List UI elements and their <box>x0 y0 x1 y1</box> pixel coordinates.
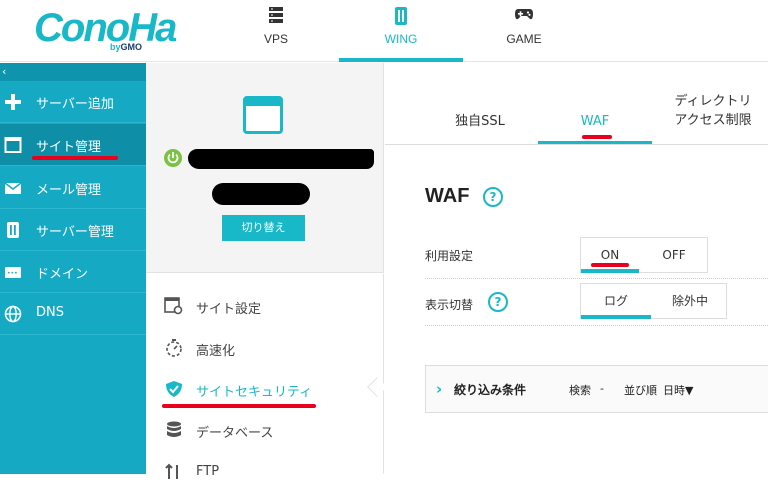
filter-bar[interactable]: › 絞り込み条件 検索 - 並び順 日時▼ <box>425 365 768 413</box>
menu-item-label: データベース <box>196 426 274 441</box>
mail-icon <box>4 182 22 194</box>
site-icon <box>4 137 22 153</box>
sidebar-item-label: サイト管理 <box>36 140 102 155</box>
tabs-divider <box>385 144 768 145</box>
filter-sort-value[interactable]: 日時▼ <box>663 382 693 398</box>
shield-check-icon <box>166 381 182 397</box>
tab-ssl-label: 独自SSL <box>455 114 505 129</box>
menu-item-database[interactable]: データベース <box>146 410 384 450</box>
database-icon <box>167 421 181 437</box>
row-divider <box>425 278 768 279</box>
sidebar-item-add-server[interactable]: サーバー追加 <box>0 81 146 123</box>
transfer-icon <box>165 463 178 479</box>
tab-directory-access-label-1: ディレクトリ <box>674 94 752 109</box>
waf-content: 独自SSL WAF ディレクトリ アクセス制限 WAF ? 利用設定 ON OF… <box>385 63 768 474</box>
redacted-site-domain <box>212 183 310 205</box>
globe-icon <box>4 305 22 323</box>
usage-toggle: ON OFF <box>580 237 708 273</box>
menu-item-label: 高速化 <box>196 344 236 359</box>
redacted-site-name <box>188 149 374 169</box>
usage-off-option[interactable]: OFF <box>643 238 705 272</box>
site-summary-panel: 切り替え <box>146 63 384 273</box>
annotation-underline-site-management <box>32 156 118 160</box>
display-toggle: ログ 除外中 <box>580 283 727 319</box>
site-settings-icon <box>164 297 183 315</box>
nav-tab-wing[interactable]: WING <box>339 0 463 62</box>
server-icon <box>269 7 283 23</box>
menu-item-label: サイトセキュリティ <box>196 385 313 400</box>
power-icon <box>164 149 182 167</box>
display-log-option[interactable]: ログ <box>581 284 651 319</box>
stopwatch-icon <box>166 339 182 357</box>
filter-sort-label: 並び順 <box>624 384 657 397</box>
annotation-underline-on <box>591 263 629 267</box>
display-excluded-option[interactable]: 除外中 <box>655 284 725 318</box>
menu-item-ftp[interactable]: FTP <box>146 452 384 492</box>
tab-waf[interactable]: WAF <box>538 63 652 145</box>
plus-icon <box>5 94 21 110</box>
waf-help-icon[interactable]: ? <box>483 187 503 207</box>
svg-text:•••: ••• <box>7 270 18 277</box>
sidebar-item-label: ドメイン <box>36 267 89 282</box>
nav-tab-game[interactable]: GAME <box>462 0 586 62</box>
tab-waf-label: WAF <box>580 114 610 129</box>
sidebar-item-domain[interactable]: ••• ドメイン <box>0 251 146 293</box>
tab-directory-access-label-2: アクセス制限 <box>674 113 752 128</box>
logo-wordmark: ConoHa <box>34 6 177 50</box>
sidebar-collapse-button[interactable]: ‹ <box>0 63 146 81</box>
sidebar-item-dns[interactable]: DNS <box>0 293 146 335</box>
display-switch-label: 表示切替 <box>425 298 474 312</box>
page-title: WAF <box>425 185 470 207</box>
usage-setting-label: 利用設定 <box>425 249 474 263</box>
menu-item-site-security[interactable]: サイトセキュリティ <box>146 369 384 409</box>
tab-ssl[interactable]: 独自SSL <box>425 63 535 145</box>
nav-tab-game-label: GAME <box>506 32 542 46</box>
annotation-underline-waf-tab <box>582 135 612 139</box>
conoha-logo[interactable]: ConoHa byGMO <box>34 6 177 52</box>
display-help-icon[interactable]: ? <box>488 292 508 312</box>
sidebar: ‹ サーバー追加 サイト管理 メール管理 サーバー管理 ••• ドメイン DNS <box>0 63 146 474</box>
tab-directory-access[interactable]: ディレクトリ アクセス制限 <box>659 63 767 145</box>
nav-tab-vps-label: VPS <box>263 32 288 46</box>
row-divider <box>425 325 768 326</box>
website-icon <box>243 96 283 134</box>
wing-icon <box>395 7 407 25</box>
chevron-right-icon: › <box>436 380 443 398</box>
sidebar-item-label: DNS <box>36 305 64 320</box>
menu-item-site-settings[interactable]: サイト設定 <box>146 286 384 326</box>
switch-site-button[interactable]: 切り替え <box>222 215 305 241</box>
top-bar: ConoHa byGMO VPS WING GAME <box>0 0 768 62</box>
logo-byline: byGMO <box>110 42 143 52</box>
gamepad-icon <box>515 9 533 20</box>
annotation-underline-site-security <box>162 404 316 408</box>
filter-search-value: - <box>600 382 604 395</box>
site-menu: サイト設定 高速化 サイトセキュリティ データベース FTP <box>146 274 384 479</box>
sidebar-item-server-management[interactable]: サーバー管理 <box>0 209 146 251</box>
domain-icon: ••• <box>5 267 21 278</box>
menu-item-label: FTP <box>196 464 220 479</box>
sidebar-item-label: メール管理 <box>36 183 102 198</box>
menu-item-label: サイト設定 <box>196 302 262 317</box>
nav-tab-wing-label: WING <box>384 32 418 46</box>
sidebar-item-mail-management[interactable]: メール管理 <box>0 167 146 209</box>
filter-search-label: 検索 <box>569 384 591 397</box>
sidebar-item-label: サーバー追加 <box>36 97 114 112</box>
nav-tab-vps[interactable]: VPS <box>214 0 338 62</box>
server-manage-icon <box>7 222 19 238</box>
menu-item-speed-up[interactable]: 高速化 <box>146 328 384 368</box>
filter-title: 絞り込み条件 <box>454 383 527 397</box>
sidebar-item-label: サーバー管理 <box>36 225 114 240</box>
